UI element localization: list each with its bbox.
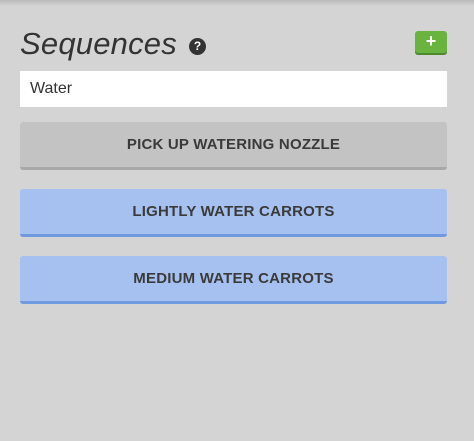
top-shadow bbox=[0, 0, 474, 6]
sequence-item-lightly-water-carrots[interactable]: LIGHTLY WATER CARROTS bbox=[20, 189, 447, 237]
sequence-search-input[interactable] bbox=[20, 71, 447, 107]
sequence-item-medium-water-carrots[interactable]: MEDIUM WATER CARROTS bbox=[20, 256, 447, 304]
sequence-item-pick-up-watering-nozzle[interactable]: PICK UP WATERING NOZZLE bbox=[20, 122, 447, 170]
sequence-list: PICK UP WATERING NOZZLE LIGHTLY WATER CA… bbox=[20, 122, 447, 323]
add-sequence-button[interactable]: + bbox=[415, 31, 447, 53]
sequences-header: Sequences ? + bbox=[20, 26, 448, 66]
help-icon[interactable]: ? bbox=[189, 38, 206, 55]
plus-icon: + bbox=[425, 31, 437, 51]
panel-title: Sequences bbox=[20, 26, 177, 61]
